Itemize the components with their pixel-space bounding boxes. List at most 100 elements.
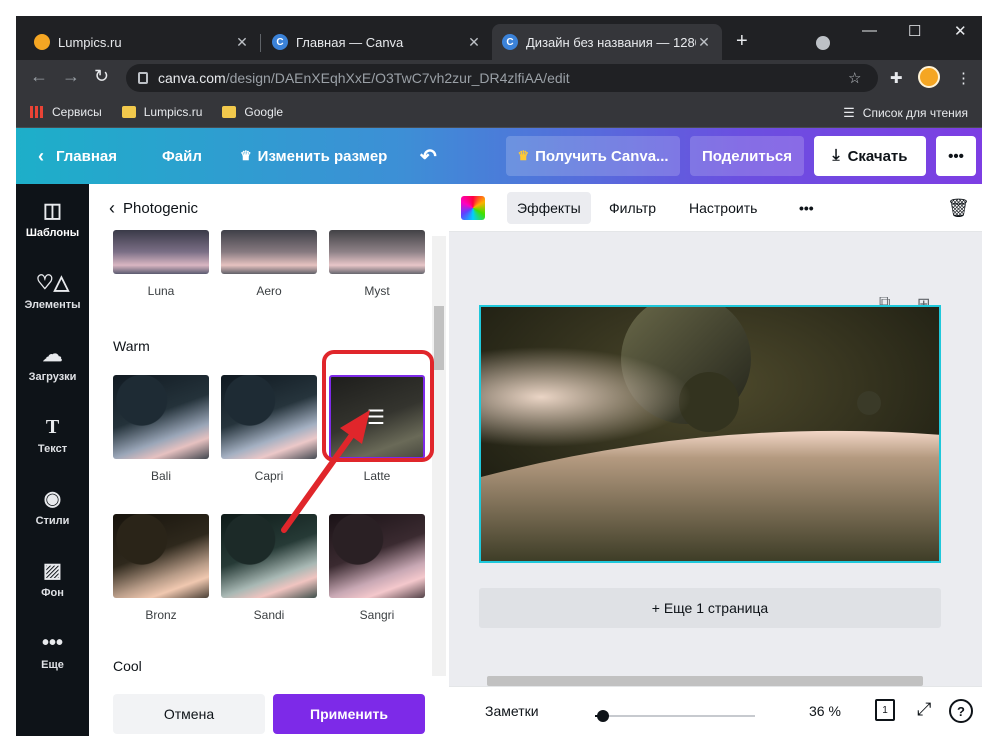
share-button[interactable]: Поделиться [690, 136, 804, 176]
bookmark-star-icon[interactable]: ☆ [848, 69, 861, 87]
rail-templates[interactable]: ◫ Шаблоны [16, 184, 89, 256]
undo-icon[interactable]: ↶ [420, 128, 437, 184]
download-label: Скачать [847, 147, 908, 165]
back-icon[interactable]: ← [30, 66, 48, 87]
bookmark-lumpics[interactable]: Lumpics.ru [121, 105, 202, 119]
effects-button[interactable]: Эффекты [507, 192, 591, 224]
tab-search-icon[interactable] [816, 36, 830, 50]
rail-uploads[interactable]: ☁ Загрузки [16, 328, 89, 400]
file-menu[interactable]: Файл [162, 128, 202, 184]
tab-canva-home[interactable]: C Главная — Canva ✕ [262, 24, 492, 60]
filter-thumbnail [329, 230, 425, 274]
share-label: Поделиться [701, 147, 793, 165]
adjust-button[interactable]: Настроить [679, 192, 767, 224]
extensions-icon[interactable]: ✚ [890, 69, 903, 87]
filter-label: Capri [254, 469, 284, 483]
more-options-button[interactable]: ••• [936, 136, 976, 176]
notes-button[interactable]: Заметки [485, 703, 539, 719]
upload-icon: ☁ [42, 344, 63, 366]
scrollbar-thumb[interactable] [487, 676, 923, 686]
new-tab-button[interactable]: + [736, 30, 748, 53]
forward-icon[interactable]: → [62, 66, 80, 87]
filter-label: Фильтр [609, 200, 657, 216]
section-cool: Cool [113, 658, 142, 674]
zoom-slider[interactable] [595, 710, 755, 722]
resize-button[interactable]: ♛ Изменить размер [240, 128, 387, 184]
rail-styles[interactable]: ◉ Стили [16, 472, 89, 544]
browser-toolbar: ← → ↻ canva.com /design/DAEnXEqhXxE/O3Tw… [16, 60, 982, 96]
tab-canva-design[interactable]: C Дизайн без названия — 1280 × ✕ [492, 24, 722, 60]
bookmark-label: Сервисы [52, 104, 102, 119]
zoom-level[interactable]: 36 % [809, 703, 841, 719]
filter-bronz[interactable]: Bronz [113, 514, 209, 622]
fullscreen-icon[interactable]: ⤢ [917, 699, 931, 720]
tab-lumpics[interactable]: Lumpics.ru ✕ [24, 24, 260, 60]
filter-label: Latte [363, 469, 391, 483]
close-icon[interactable]: ✕ [234, 34, 250, 51]
rail-elements[interactable]: ♡△ Элементы [16, 256, 89, 328]
reading-list[interactable]: ☰ Список для чтения [843, 105, 968, 121]
maximize-icon[interactable]: ☐ [908, 22, 921, 40]
effects-label: Эффекты [517, 200, 581, 216]
profile-avatar[interactable] [918, 66, 940, 88]
filter-myst[interactable]: Myst [329, 230, 425, 298]
rail-label: Текст [37, 443, 68, 455]
close-icon[interactable]: ✕ [466, 34, 482, 51]
browser-menu-icon[interactable]: ⋮ [956, 69, 971, 87]
help-icon[interactable]: ? [949, 699, 973, 723]
home-label: Главная [56, 147, 118, 165]
tab-title: Дизайн без названия — 1280 × [526, 34, 696, 50]
scrollbar-thumb[interactable] [434, 306, 444, 370]
url-path: /design/DAEnXEqhXxE/O3TwC7vh2zur_DR4zlfi… [225, 70, 570, 86]
panel-scrollbar[interactable] [432, 236, 446, 676]
bookmark-google[interactable]: Google [222, 105, 283, 119]
design-canvas[interactable] [479, 305, 941, 563]
window-close-icon[interactable]: ✕ [954, 22, 967, 40]
filter-bali[interactable]: Bali [113, 375, 209, 483]
more-icon: ••• [948, 147, 964, 165]
apply-button[interactable]: Применить [273, 694, 425, 734]
canvas-hscrollbar[interactable] [449, 676, 969, 686]
page-count-button[interactable]: 1 [875, 699, 895, 721]
home-link[interactable]: ‹ Главная [38, 128, 117, 184]
get-pro-button[interactable]: ♛ Получить Canva... [506, 136, 680, 176]
filter-label: Sangri [359, 608, 395, 622]
filter-luna[interactable]: Luna [113, 230, 209, 298]
address-bar[interactable]: canva.com /design/DAEnXEqhXxE/O3TwC7vh2z… [126, 64, 878, 92]
filter-sandi[interactable]: Sandi [221, 514, 317, 622]
canva-header: ‹ Главная Файл ♛ Изменить размер ↶ ♛ Пол… [16, 128, 982, 184]
rail-text[interactable]: T Текст [16, 400, 89, 472]
editor-toolbar: Эффекты Фильтр Настроить ••• 🗑 [449, 184, 982, 232]
rail-background[interactable]: ▨ Фон [16, 544, 89, 616]
rail-label: Шаблоны [25, 227, 80, 239]
toolbar-more-button[interactable]: ••• [789, 192, 824, 224]
trash-icon[interactable]: 🗑 [947, 192, 970, 224]
filter-thumbnail [221, 375, 317, 459]
more-icon: ••• [799, 200, 814, 216]
filter-thumbnail [329, 514, 425, 598]
add-page-button[interactable]: + Еще 1 страница [479, 588, 941, 628]
filter-thumbnail [113, 375, 209, 459]
url-host: canva.com [158, 70, 226, 86]
background-icon: ▨ [43, 560, 62, 582]
page-count-label: 1 [882, 704, 888, 716]
rail-label: Еще [41, 659, 64, 671]
lock-icon [138, 72, 148, 84]
panel-back-button[interactable]: ‹ Photogenic [109, 198, 198, 219]
chevron-left-icon: ‹ [38, 145, 44, 166]
filter-aero[interactable]: Aero [221, 230, 317, 298]
filter-capri[interactable]: Capri [221, 375, 317, 483]
zoom-slider-knob[interactable] [597, 710, 609, 722]
minimize-icon[interactable]: — [862, 22, 877, 39]
filter-sangri[interactable]: Sangri [329, 514, 425, 622]
filter-button[interactable]: Фильтр [599, 192, 666, 224]
reload-icon[interactable]: ↻ [94, 66, 109, 87]
text-icon: T [45, 416, 60, 438]
color-swatch-icon[interactable] [461, 196, 485, 220]
download-button[interactable]: ⤓ Скачать [814, 136, 926, 176]
rail-more[interactable]: ••• Еще [16, 616, 89, 688]
zoom-label: 36 % [809, 703, 841, 719]
close-icon[interactable]: ✕ [696, 34, 712, 51]
cancel-button[interactable]: Отмена [113, 694, 265, 734]
bookmark-services[interactable]: Сервисы [30, 105, 102, 119]
